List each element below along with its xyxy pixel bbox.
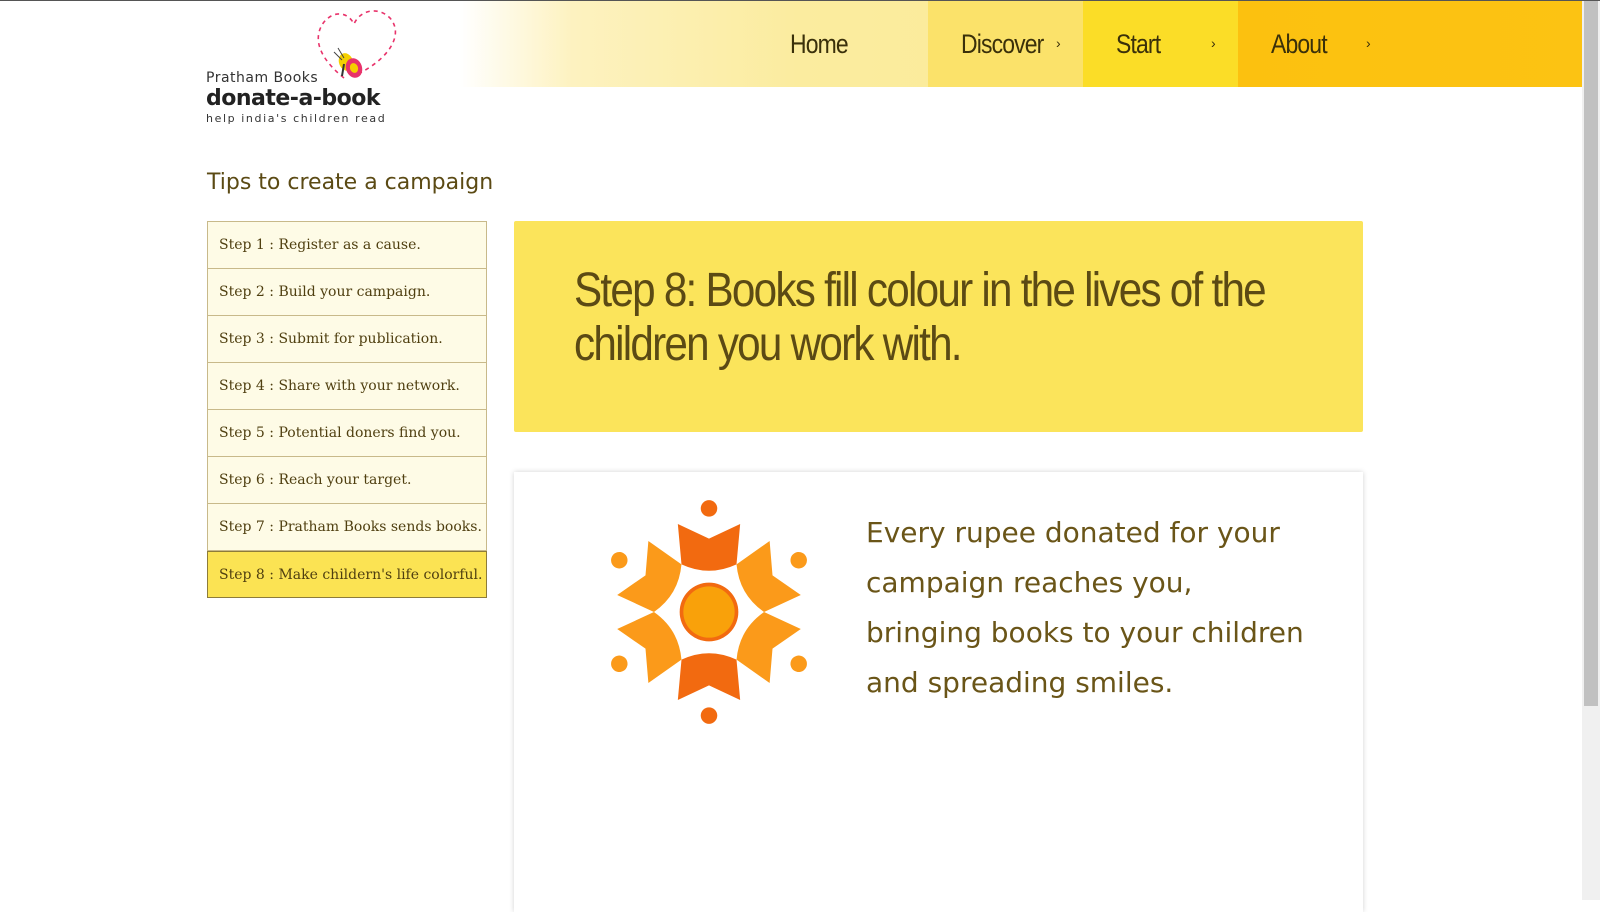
- nav-home-label: Home: [790, 28, 849, 59]
- steps-list: Step 1 : Register as a cause. Step 2 : B…: [207, 221, 487, 598]
- content-card: Every rupee donated for your campaign re…: [514, 472, 1363, 912]
- nav-start-label: Start: [1116, 28, 1161, 59]
- chevron-right-icon: ›: [1211, 35, 1216, 51]
- sidebar-title: Tips to create a campaign: [207, 170, 494, 195]
- heart-butterfly-icon: [317, 10, 397, 79]
- nav-discover-label: Discover: [961, 28, 1044, 59]
- nav-discover[interactable]: Discover ›: [928, 1, 1083, 87]
- sidebar-step-6[interactable]: Step 6 : Reach your target.: [207, 457, 487, 504]
- logo[interactable]: Pratham Books donate-a-book help india's…: [206, 8, 406, 130]
- chevron-right-icon: ›: [1366, 35, 1371, 51]
- sidebar-step-2[interactable]: Step 2 : Build your campaign.: [207, 269, 487, 316]
- sidebar-step-7[interactable]: Step 7 : Pratham Books sends books.: [207, 504, 487, 551]
- sidebar-step-5[interactable]: Step 5 : Potential doners find you.: [207, 410, 487, 457]
- logo-tagline: help india's children read: [206, 112, 387, 125]
- hero-title: Step 8: Books fill colour in the lives o…: [574, 264, 1267, 371]
- logo-brand: Pratham Books: [206, 70, 319, 86]
- card-text: Every rupee donated for your campaign re…: [866, 516, 1304, 699]
- chevron-right-icon: ›: [1056, 35, 1061, 51]
- hero-banner: Step 8: Books fill colour in the lives o…: [514, 221, 1363, 432]
- nav-about-label: About: [1271, 28, 1328, 59]
- logo-name: donate-a-book: [206, 86, 381, 111]
- flower-icon: [611, 500, 807, 724]
- sidebar-step-1[interactable]: Step 1 : Register as a cause.: [207, 221, 487, 269]
- scrollbar-thumb[interactable]: [1584, 1, 1598, 706]
- nav-start[interactable]: Start ›: [1083, 1, 1238, 87]
- sidebar-step-3[interactable]: Step 3 : Submit for publication.: [207, 316, 487, 363]
- sidebar-step-8[interactable]: Step 8 : Make childern's life colorful.: [207, 551, 487, 598]
- sidebar-step-4[interactable]: Step 4 : Share with your network.: [207, 363, 487, 410]
- nav-home[interactable]: Home: [780, 1, 928, 87]
- nav-about[interactable]: About ›: [1238, 1, 1582, 87]
